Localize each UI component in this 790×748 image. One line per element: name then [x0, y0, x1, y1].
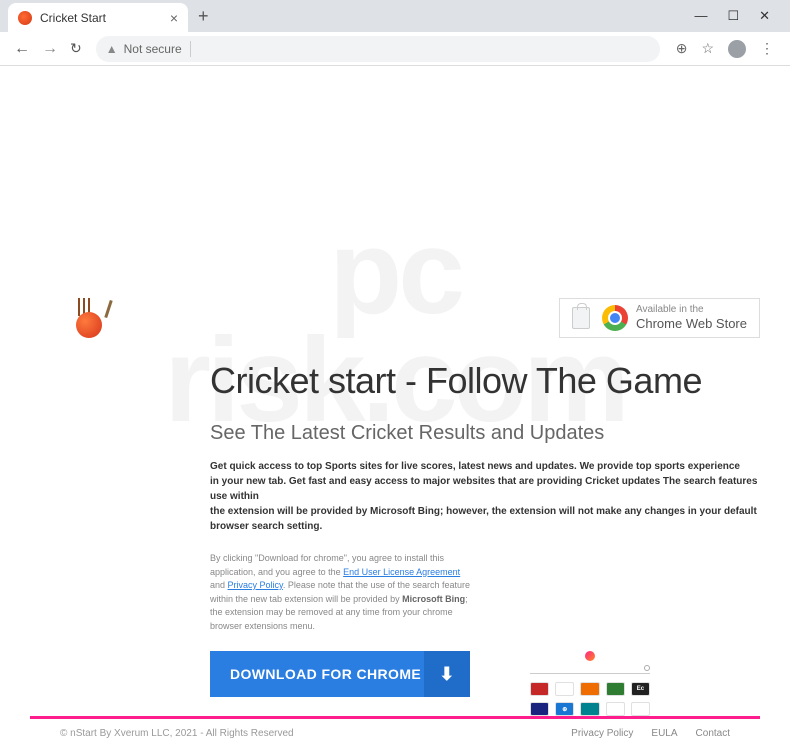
profile-avatar[interactable]: [728, 40, 746, 58]
close-window-button[interactable]: ✕: [759, 8, 770, 24]
new-tab-button[interactable]: +: [198, 6, 209, 27]
not-secure-icon: ▲: [106, 42, 118, 56]
download-label: DOWNLOAD FOR CHROME: [230, 666, 424, 682]
store-badge-line1: Available in the: [636, 304, 747, 316]
tab-bar: Cricket Start × + — ☐ ✕: [0, 0, 790, 32]
footer-contact-link[interactable]: Contact: [696, 728, 730, 739]
maximize-button[interactable]: ☐: [727, 8, 739, 24]
cricket-logo-icon: [72, 298, 116, 342]
address-bar[interactable]: ▲ Not secure: [96, 36, 660, 62]
preview-tile: [580, 702, 599, 716]
window-controls: — ☐ ✕: [694, 8, 782, 24]
tab-close-icon[interactable]: ×: [170, 10, 178, 26]
eula-link[interactable]: End User License Agreement: [343, 567, 460, 577]
extension-preview: Ec ⊕: [530, 651, 650, 716]
page-header: Available in the Chrome Web Store: [30, 292, 760, 342]
tab-title: Cricket Start: [40, 11, 170, 25]
chrome-logo-icon: [602, 305, 628, 331]
browser-chrome: Cricket Start × + — ☐ ✕ ← → ↻ ▲ Not secu…: [0, 0, 790, 66]
back-button[interactable]: ←: [14, 40, 30, 58]
browser-tab[interactable]: Cricket Start ×: [8, 3, 188, 33]
privacy-policy-link[interactable]: Privacy Policy: [228, 580, 283, 590]
search-icon[interactable]: ⊕: [676, 40, 688, 57]
preview-tile: [555, 682, 574, 696]
page-subtitle: See The Latest Cricket Results and Updat…: [210, 422, 760, 445]
footer: © nStart By Xverum LLC, 2021 - All Right…: [30, 716, 760, 748]
preview-tile: ⊕: [555, 702, 574, 716]
toolbar: ← → ↻ ▲ Not secure ⊕ ☆ ⋮: [0, 32, 790, 66]
preview-logo-icon: [585, 651, 595, 661]
tab-favicon-icon: [18, 11, 32, 25]
preview-tile: Ec: [631, 682, 650, 696]
main-content: Cricket start - Follow The Game See The …: [30, 342, 760, 716]
chrome-web-store-badge[interactable]: Available in the Chrome Web Store: [559, 298, 760, 338]
bookmark-icon[interactable]: ☆: [701, 40, 714, 57]
minimize-button[interactable]: —: [694, 8, 707, 24]
preview-tile: [580, 682, 599, 696]
reload-button[interactable]: ↻: [70, 40, 82, 57]
page-content: pcrisk.com Available in the Chrome Web S…: [0, 66, 790, 575]
footer-privacy-link[interactable]: Privacy Policy: [571, 728, 633, 739]
forward-button[interactable]: →: [42, 40, 58, 58]
download-for-chrome-button[interactable]: DOWNLOAD FOR CHROME ⬇: [210, 651, 470, 697]
preview-tile: [606, 702, 625, 716]
shopping-bag-icon: [572, 307, 590, 329]
description: Get quick access to top Sports sites for…: [210, 459, 760, 534]
preview-tile: [530, 702, 549, 716]
page-title: Cricket start - Follow The Game: [210, 360, 760, 402]
not-secure-label: Not secure: [124, 42, 182, 56]
preview-search-bar: [530, 667, 650, 674]
footer-eula-link[interactable]: EULA: [651, 728, 677, 739]
disclaimer-text: By clicking "Download for chrome", you a…: [210, 552, 470, 633]
address-divider: [190, 41, 191, 57]
preview-tile: [606, 682, 625, 696]
store-badge-line2: Chrome Web Store: [636, 316, 747, 332]
download-icon: ⬇: [424, 651, 470, 697]
copyright: © nStart By Xverum LLC, 2021 - All Right…: [60, 728, 571, 739]
preview-tile: [530, 682, 549, 696]
preview-tile-grid: Ec ⊕: [530, 682, 650, 716]
preview-tile: [631, 702, 650, 716]
menu-icon[interactable]: ⋮: [760, 40, 774, 57]
